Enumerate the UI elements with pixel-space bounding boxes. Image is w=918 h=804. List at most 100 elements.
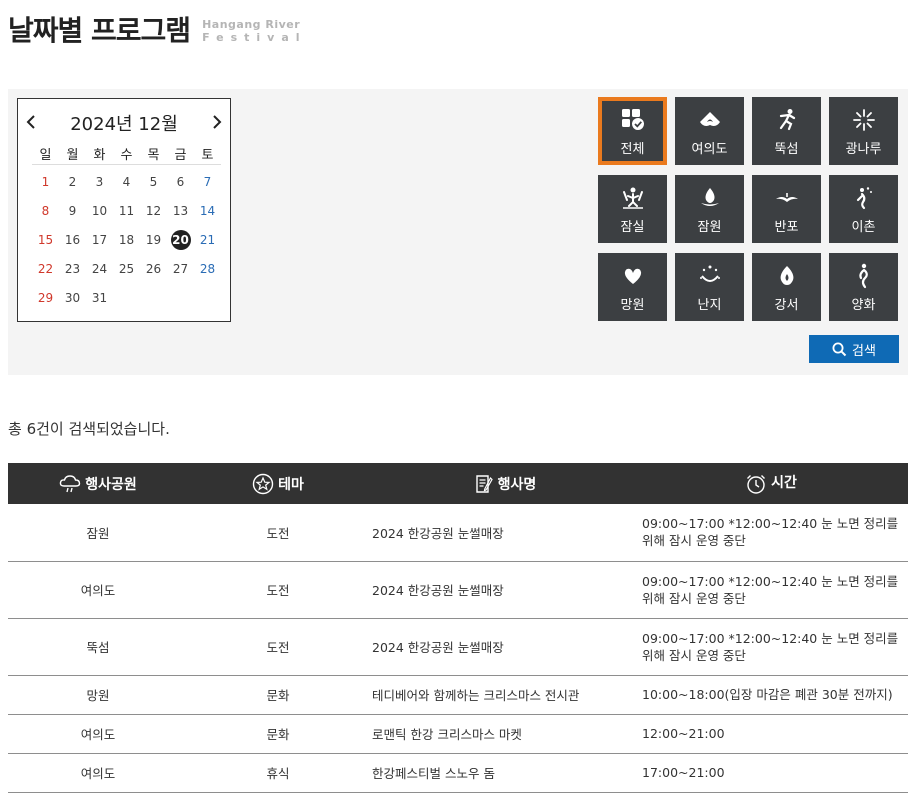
calendar-day[interactable]: 17 — [86, 233, 113, 247]
calendar-day[interactable]: 10 — [86, 204, 113, 218]
calendar-day[interactable]: 26 — [140, 262, 167, 276]
calendar-day[interactable]: 28 — [194, 262, 221, 276]
search-button[interactable]: 검색 — [809, 335, 899, 363]
calendar-day[interactable]: 7 — [194, 175, 221, 189]
calendar-day[interactable]: 2 — [59, 175, 86, 189]
calendar-day[interactable]: 14 — [194, 204, 221, 218]
park-filter-label: 잠원 — [697, 220, 722, 235]
cell-theme: 휴식 — [188, 753, 368, 793]
calendar-day-number: 23 — [64, 261, 81, 276]
calendar-day-number: 17 — [91, 232, 108, 247]
table-row[interactable]: 여의도 문화 로맨틱 한강 크리스마스 마켓 12:00~21:00 — [8, 714, 908, 754]
cell-time: 09:00~17:00 *12:00~12:40 눈 노면 정리를 위해 잠시 … — [638, 618, 908, 676]
table-row[interactable]: 잠원 도전 2024 한강공원 눈썰매장 09:00~17:00 *12:00~12:… — [8, 504, 908, 562]
table-row[interactable]: 뚝섬 도전 2024 한강공원 눈썰매장 09:00~17:00 *12:00~12:… — [8, 618, 908, 676]
park-filter-button[interactable]: 전체 — [598, 97, 667, 165]
calendar-day[interactable]: 5 — [140, 175, 167, 189]
table-row[interactable]: 망원 문화 테디베어와 함께하는 크리스마스 전시관 10:00~18:00(입장 마… — [8, 675, 908, 715]
logo-line-2: Festival — [202, 31, 307, 44]
calendar-day[interactable]: 31 — [86, 291, 113, 305]
calendar-day[interactable]: 3 — [86, 175, 113, 189]
park-filter-button[interactable]: 여의도 — [675, 97, 744, 165]
park-filter-label: 광나루 — [845, 142, 882, 157]
weekday-label: 일 — [39, 148, 52, 163]
calendar-day[interactable]: 21 — [194, 233, 221, 247]
calendar-week-row: 8 9 10 11 12 13 14 — [32, 196, 221, 225]
calendar-day-number: 10 — [91, 203, 108, 218]
calendar-day[interactable]: 16 — [59, 233, 86, 247]
calendar-header: 2024년 12월 — [18, 99, 230, 143]
weekday-label: 토 — [201, 148, 214, 163]
calendar-day[interactable]: 9 — [59, 204, 86, 218]
calendar-day-number: 29 — [37, 290, 54, 305]
park-filter-label: 난지 — [697, 298, 722, 313]
park-filter-button[interactable]: 잠실 — [598, 175, 667, 243]
calendar-day[interactable]: 15 — [32, 233, 59, 247]
calendar-day[interactable]: 25 — [113, 262, 140, 276]
calendar-day-number: 25 — [118, 261, 135, 276]
yanghwa-icon — [852, 263, 876, 289]
calendar-day-number: 4 — [122, 174, 131, 189]
park-filter-button[interactable]: 광나루 — [829, 97, 898, 165]
calendar-day-selected[interactable]: 20 — [167, 229, 194, 250]
cell-time: 10:00~18:00(입장 마감은 폐관 30분 전까지) — [638, 675, 908, 715]
cell-time: 09:00~17:00 *12:00~12:40 눈 노면 정리를 위해 잠시 … — [638, 561, 908, 619]
calendar-day[interactable]: 12 — [140, 204, 167, 218]
park-filter-button[interactable]: 뚝섬 — [752, 97, 821, 165]
park-filter-button[interactable]: 강서 — [752, 253, 821, 321]
calendar-day[interactable]: 23 — [59, 262, 86, 276]
calendar-day[interactable]: 22 — [32, 262, 59, 276]
park-filter-button[interactable]: 반포 — [752, 175, 821, 243]
calendar-week-row: 15 16 17 18 19 20 21 — [32, 225, 221, 254]
calendar-day[interactable]: 11 — [113, 204, 140, 218]
calendar-day[interactable]: 30 — [59, 291, 86, 305]
park-filter-button[interactable]: 양화 — [829, 253, 898, 321]
calendar-day[interactable]: 24 — [86, 262, 113, 276]
calendar-day-number: 28 — [199, 261, 216, 276]
page-header: 날짜별 프로그램 Hangang River Festival — [8, 12, 307, 50]
park-filter-button[interactable]: 난지 — [675, 253, 744, 321]
calendar-week-row: 22 23 24 25 26 27 28 — [32, 254, 221, 283]
ichon-icon — [852, 186, 876, 210]
search-icon — [832, 342, 847, 356]
header-name-label: 행사명 — [497, 476, 537, 493]
calendar-day[interactable]: 8 — [32, 204, 59, 218]
table-row[interactable]: 여의도 도전 2024 한강공원 눈썰매장 09:00~17:00 *12:00~12… — [8, 561, 908, 619]
calendar-day[interactable]: 18 — [113, 233, 140, 247]
jamwon-icon — [698, 186, 722, 210]
calendar-day-number: 13 — [172, 203, 189, 218]
calendar: 2024년 12월 일 월 화 수 목 금 토 1 2 3 4 5 6 7 8 9 10 11 12 13 14 15 16… — [17, 98, 231, 322]
cell-theme: 문화 — [188, 714, 368, 754]
table-row[interactable]: 여의도 휴식 한강페스티벌 스노우 돔 17:00~21:00 — [8, 753, 908, 793]
park-filter-label: 강서 — [774, 298, 799, 313]
calendar-day[interactable]: 4 — [113, 175, 140, 189]
park-filter-label: 이촌 — [851, 220, 876, 235]
header-time: 시간 — [638, 463, 908, 504]
calendar-day[interactable]: 13 — [167, 204, 194, 218]
calendar-day-number: 24 — [91, 261, 108, 276]
calendar-day-number: 12 — [145, 203, 162, 218]
calendar-day[interactable]: 27 — [167, 262, 194, 276]
cell-time: 12:00~21:00 — [638, 714, 908, 754]
calendar-week-row: 1 2 3 4 5 6 7 — [32, 167, 221, 196]
park-filter-button[interactable]: 이촌 — [829, 175, 898, 243]
calendar-week-row: 29 30 31 — [32, 283, 221, 312]
calendar-day-number: 7 — [203, 174, 212, 189]
calendar-day[interactable]: 6 — [167, 175, 194, 189]
calendar-day[interactable]: 19 — [140, 233, 167, 247]
jamsil-icon — [620, 186, 646, 210]
next-month-button[interactable] — [212, 115, 222, 129]
park-filter-button[interactable]: 잠원 — [675, 175, 744, 243]
calendar-day-number: 6 — [176, 174, 185, 189]
calendar-day[interactable]: 29 — [32, 291, 59, 305]
header-name: 행사명 — [368, 463, 638, 504]
mangwon-icon — [621, 264, 645, 288]
calendar-day-number: 9 — [68, 203, 77, 218]
calendar-day-number: 31 — [91, 290, 108, 305]
park-filter-label: 뚝섬 — [774, 142, 799, 157]
calendar-day[interactable]: 1 — [32, 175, 59, 189]
search-panel: 2024년 12월 일 월 화 수 목 금 토 1 2 3 4 5 6 7 8 9 10 11 12 13 14 15 16… — [8, 89, 908, 375]
header-time-label: 시간 — [771, 475, 797, 491]
calendar-day-number: 30 — [64, 290, 81, 305]
park-filter-button[interactable]: 망원 — [598, 253, 667, 321]
